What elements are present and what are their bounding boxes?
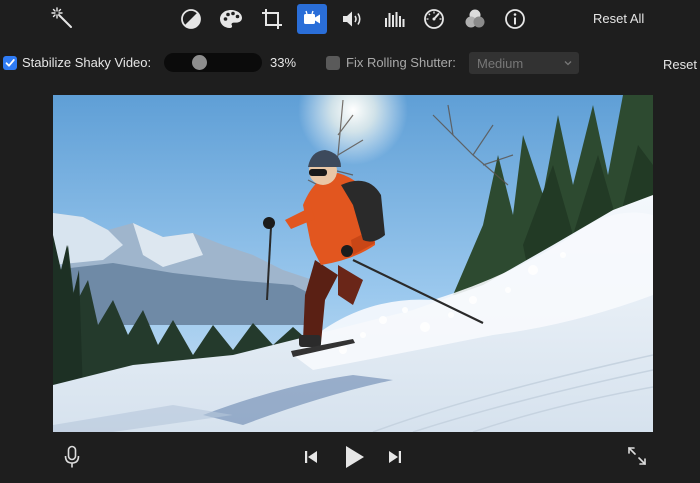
stabilize-amount-slider[interactable]	[164, 53, 262, 72]
chevron-down-icon	[564, 61, 572, 66]
volume-icon[interactable]	[338, 4, 368, 34]
play-icon[interactable]	[340, 442, 368, 472]
skip-forward-icon[interactable]	[384, 446, 406, 468]
checkmark-icon	[5, 59, 15, 67]
info-icon[interactable]	[500, 4, 530, 34]
stabilize-checkbox[interactable]	[3, 56, 17, 70]
rolling-shutter-value: Medium	[477, 56, 524, 71]
reset-button[interactable]: Reset	[663, 57, 697, 72]
rolling-shutter-label: Fix Rolling Shutter:	[346, 55, 456, 70]
magic-wand-icon[interactable]	[48, 4, 78, 34]
crop-icon[interactable]	[257, 4, 287, 34]
video-adjustments-window: Reset All Stabilize Shaky Video: 33% Fix…	[0, 0, 700, 483]
color-palette-icon[interactable]	[216, 4, 246, 34]
adjustments-toolbar: Reset All	[0, 0, 700, 38]
slider-knob[interactable]	[192, 55, 208, 70]
equalizer-icon[interactable]	[379, 4, 409, 34]
stabilization-options: Stabilize Shaky Video: 33% Fix Rolling S…	[0, 48, 700, 78]
skip-back-icon[interactable]	[300, 446, 322, 468]
microphone-icon[interactable]	[62, 444, 82, 470]
fullscreen-icon[interactable]	[626, 445, 648, 467]
video-viewer[interactable]	[53, 95, 653, 432]
stabilize-percent: 33%	[270, 55, 297, 70]
video-camera-icon[interactable]	[297, 4, 327, 34]
filter-icon[interactable]	[460, 4, 490, 34]
stabilize-label: Stabilize Shaky Video:	[22, 55, 152, 70]
skier-video-frame	[53, 95, 653, 432]
color-balance-icon[interactable]	[176, 4, 206, 34]
speedometer-icon[interactable]	[419, 4, 449, 34]
rolling-shutter-checkbox[interactable]	[326, 56, 340, 70]
reset-all-button[interactable]: Reset All	[593, 11, 644, 26]
rolling-shutter-select[interactable]: Medium	[469, 52, 579, 74]
